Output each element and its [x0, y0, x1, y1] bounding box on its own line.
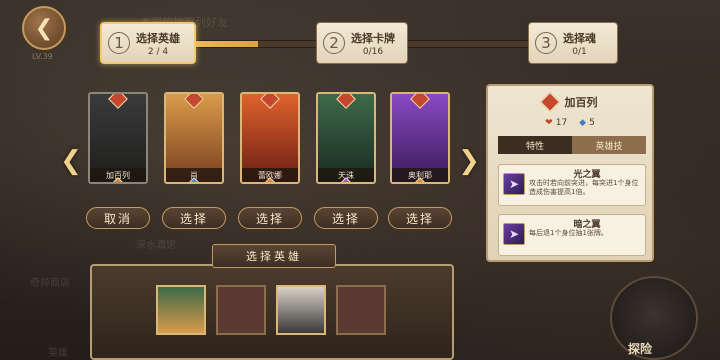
step-number: 1 — [108, 32, 130, 54]
explore-label: 探险 — [628, 342, 653, 356]
step-number: 3 — [535, 32, 557, 54]
step-select-cards[interactable]: 2 选择卡牌 0/16 — [316, 22, 408, 64]
hero-card[interactable]: 蕾欧娜 — [240, 92, 300, 184]
skill-desc: 每后退1个身位抽1张牌。 — [529, 229, 608, 237]
selected-heroes-panel — [90, 264, 454, 360]
next-page-arrow-icon[interactable]: ❯ — [456, 146, 482, 176]
hero-class-icon — [539, 92, 560, 112]
empty-hero-slot[interactable] — [336, 285, 386, 335]
step-label: 选择魂 — [563, 31, 596, 45]
selected-hero-slot[interactable] — [156, 285, 206, 335]
cancel-button[interactable]: 取消 — [86, 207, 150, 229]
step-count: 2 / 4 — [147, 46, 169, 57]
wing-icon: ➤ — [503, 223, 525, 245]
skill-card: ➤ 光之翼 攻击时若向前突进，每突进1个身位造成伤害提高1倍。 — [498, 164, 646, 206]
hero-card[interactable]: 肖 — [164, 92, 224, 184]
step-label: 选择英雄 — [136, 31, 180, 45]
step-select-soul[interactable]: 3 选择魂 0/1 — [528, 22, 618, 64]
step-count: 0/16 — [362, 46, 384, 57]
selected-heroes-title: 选择英雄 — [212, 244, 336, 268]
select-button[interactable]: 选择 — [238, 207, 302, 229]
step-label: 选择卡牌 — [351, 31, 395, 45]
select-button[interactable]: 选择 — [388, 207, 452, 229]
skill-desc: 攻击时若向前突进，每突进1个身位造成伤害提高1倍。 — [529, 179, 639, 196]
back-arrow-icon: ❮ — [34, 15, 54, 41]
select-button[interactable]: 选择 — [314, 207, 378, 229]
ghost-label-hero: 英雄 — [48, 348, 68, 359]
selected-hero-slot[interactable] — [276, 285, 326, 335]
tab-hero-skill[interactable]: 英雄技 — [572, 136, 646, 154]
wing-icon: ➤ — [503, 173, 525, 195]
step-select-hero[interactable]: 1 选择英雄 2 / 4 — [100, 22, 196, 64]
tab-traits[interactable]: 特性 — [498, 136, 572, 154]
ghost-label-tavern: 深水酒馆 — [136, 240, 176, 251]
hero-detail-panel: 加百列 17 5 特性 英雄技 ➤ 光之翼 攻击时若向前突进，每突进1个身位造成… — [486, 84, 654, 262]
hero-mp: 5 — [579, 118, 595, 128]
hero-card[interactable]: 天诛 — [316, 92, 376, 184]
step-count: 0/1 — [572, 46, 587, 57]
select-button[interactable]: 选择 — [162, 207, 226, 229]
ghost-label-shop: 奇异商店 — [30, 278, 70, 289]
hero-card[interactable]: 加百列 — [88, 92, 148, 184]
player-level: LV.39 — [32, 52, 53, 61]
hero-hp: 17 — [545, 118, 567, 128]
prev-page-arrow-icon[interactable]: ❮ — [58, 146, 84, 176]
back-button[interactable]: ❮ — [22, 6, 66, 50]
explore-map-button[interactable] — [610, 276, 698, 360]
hero-detail-name: 加百列 — [564, 96, 598, 109]
hero-card[interactable]: 奥利耶 — [390, 92, 450, 184]
empty-hero-slot[interactable] — [216, 285, 266, 335]
skill-card: ➤ 暗之翼 每后退1个身位抽1张牌。 — [498, 214, 646, 256]
step-number: 2 — [323, 32, 345, 54]
